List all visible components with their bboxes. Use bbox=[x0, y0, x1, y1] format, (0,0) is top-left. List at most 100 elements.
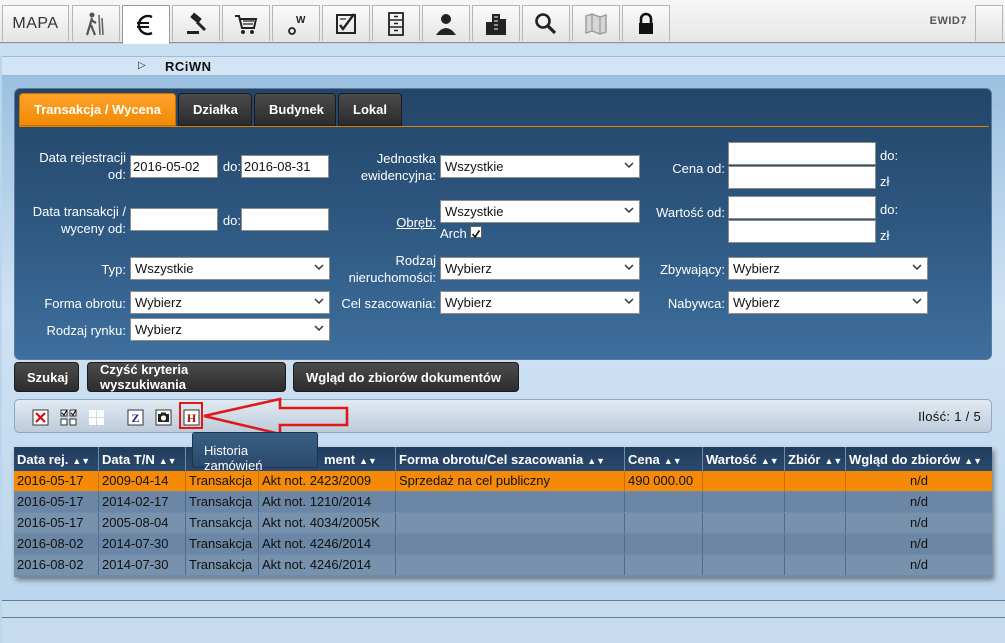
person-icon[interactable] bbox=[422, 5, 470, 41]
cell-cena bbox=[625, 555, 703, 575]
map-icon[interactable] bbox=[572, 5, 620, 41]
col-cena-label: Cena bbox=[628, 452, 660, 467]
mapa-label: MAPA bbox=[12, 14, 59, 32]
czysc-kryteria-button[interactable]: Czyść kryteria wyszukiwania bbox=[87, 362, 286, 392]
cell-data-rej: 2016-08-02 bbox=[14, 534, 99, 554]
table-row[interactable]: 2016-05-17 2005-08-04 Transakcja Akt not. 4… bbox=[14, 513, 992, 533]
col-wglad-label: Wgląd do zbiorów bbox=[849, 452, 961, 467]
arch-checkbox[interactable] bbox=[470, 226, 482, 239]
col-wglad[interactable]: Wgląd do zbiorów ▲▼ bbox=[846, 447, 992, 471]
tab-budynek[interactable]: Budynek bbox=[254, 93, 336, 126]
cell-typ: Transakcja bbox=[186, 534, 259, 554]
chevron-down-icon bbox=[624, 264, 634, 271]
forma-obrotu-value: Wybierz bbox=[135, 295, 182, 310]
szukaj-button[interactable]: Szukaj bbox=[14, 362, 79, 392]
zbywajacy-select[interactable]: Wybierz bbox=[728, 257, 928, 280]
user-label: EWID7 bbox=[929, 15, 967, 27]
euro-icon[interactable] bbox=[122, 5, 170, 44]
cell-wartosc bbox=[703, 555, 785, 575]
nabywca-select[interactable]: Wybierz bbox=[728, 291, 928, 314]
col-cena[interactable]: Cena ▲▼ bbox=[625, 447, 703, 471]
cell-forma-obrotu: Sprzedaż na cel publiczny bbox=[396, 471, 625, 491]
checklist-icon[interactable] bbox=[322, 5, 370, 41]
cena-from-input[interactable] bbox=[728, 142, 876, 165]
data-rej-to-input[interactable] bbox=[241, 155, 329, 178]
wartosc-zl-label: zł bbox=[880, 228, 890, 243]
chevron-down-icon bbox=[314, 298, 324, 305]
cell-zbior bbox=[785, 555, 846, 575]
chevron-down-icon bbox=[314, 325, 324, 332]
cell-data-tn: 2009-04-14 bbox=[99, 471, 186, 491]
chevron-down-icon bbox=[624, 162, 634, 169]
data-trans-from-input[interactable] bbox=[130, 208, 218, 231]
table-row[interactable]: 2016-05-17 2014-02-17 Transakcja Akt not. 1… bbox=[14, 492, 992, 512]
mapa-button[interactable]: MAPA bbox=[2, 5, 69, 41]
cell-forma-obrotu bbox=[396, 555, 625, 575]
wglad-dokumentow-button[interactable]: Wgląd do zbiorów dokumentów bbox=[293, 362, 519, 392]
typ-select[interactable]: Wszystkie bbox=[130, 257, 330, 280]
gavel-icon[interactable] bbox=[172, 5, 220, 41]
table-row[interactable]: 2016-05-17 2009-04-14 Transakcja Akt not. 2… bbox=[14, 471, 992, 491]
wartosc-to-input[interactable] bbox=[728, 220, 876, 243]
grid-icon[interactable] bbox=[88, 409, 105, 426]
cell-zbior bbox=[785, 534, 846, 554]
building-icon[interactable] bbox=[472, 5, 520, 41]
cel-value: Wybierz bbox=[445, 295, 492, 310]
delete-icon[interactable] bbox=[32, 409, 49, 426]
cell-wglad: n/d bbox=[909, 494, 929, 509]
select-all-icon[interactable] bbox=[60, 409, 77, 426]
search-icon[interactable] bbox=[522, 5, 570, 41]
scale-w-icon[interactable]: W bbox=[272, 5, 320, 41]
data-rej-from-input[interactable] bbox=[130, 155, 218, 178]
breadcrumb-arrow-icon[interactable]: ▷ bbox=[138, 60, 146, 71]
tab-dzialka[interactable]: Działka bbox=[178, 93, 252, 126]
data-rejestracji-label: Data rejestracji od: bbox=[39, 150, 126, 182]
wartosc-from-input[interactable] bbox=[728, 196, 876, 219]
tab-lokal[interactable]: Lokal bbox=[338, 93, 402, 126]
cell-wglad: n/d bbox=[909, 515, 929, 530]
cell-typ: Transakcja bbox=[186, 492, 259, 512]
user-menu-button[interactable] bbox=[975, 5, 1003, 41]
jednostka-value: Wszystkie bbox=[445, 159, 504, 174]
arch-label: Arch bbox=[440, 226, 467, 241]
zbywajacy-value: Wybierz bbox=[733, 261, 780, 276]
cell-data-tn: 2014-07-30 bbox=[99, 534, 186, 554]
cell-zbior bbox=[785, 513, 846, 533]
col-forma-obrotu[interactable]: Forma obrotu/Cel szacowania ▲▼ bbox=[396, 447, 625, 471]
forma-obrotu-label: Forma obrotu: bbox=[44, 296, 126, 311]
jednostka-select[interactable]: Wszystkie bbox=[440, 155, 640, 178]
obreb-value: Wszystkie bbox=[445, 204, 504, 219]
zbywajacy-label: Zbywający: bbox=[659, 262, 725, 277]
sort-icon: ▲▼ bbox=[72, 456, 91, 466]
lock-icon[interactable] bbox=[622, 5, 670, 41]
tab-transakcja[interactable]: Transakcja / Wycena bbox=[19, 93, 176, 126]
cena-to-input[interactable] bbox=[728, 166, 876, 189]
col-forma-obrotu-label: Forma obrotu/Cel szacowania bbox=[399, 452, 584, 467]
hiker-icon[interactable] bbox=[72, 5, 120, 41]
cabinet-icon[interactable] bbox=[372, 5, 420, 41]
obreb-link[interactable]: Obręb: bbox=[340, 214, 436, 231]
rodzaj-rynku-select[interactable]: Wybierz bbox=[130, 318, 330, 341]
rodzaj-nier-select[interactable]: Wybierz bbox=[440, 257, 640, 280]
col-data-tn-label: Data T/N bbox=[102, 452, 155, 467]
sort-icon: ▲▼ bbox=[824, 456, 843, 466]
cart-icon[interactable] bbox=[222, 5, 270, 41]
obreb-select[interactable]: Wszystkie bbox=[440, 200, 640, 223]
col-wartosc[interactable]: Wartość ▲▼ bbox=[703, 447, 785, 471]
data-trans-to-input[interactable] bbox=[241, 208, 329, 231]
cell-forma-obrotu bbox=[396, 534, 625, 554]
col-data-tn[interactable]: Data T/N ▲▼ bbox=[99, 447, 186, 471]
cell-cena bbox=[625, 534, 703, 554]
forma-obrotu-select[interactable]: Wybierz bbox=[130, 291, 330, 314]
cel-select[interactable]: Wybierz bbox=[440, 291, 640, 314]
zamowienie-icon[interactable]: Z bbox=[127, 409, 144, 426]
top-toolbar: MAPA W EWID7 bbox=[0, 0, 1005, 44]
table-row[interactable]: 2016-08-02 2014-07-30 Transakcja Akt not. 4… bbox=[14, 555, 992, 575]
table-row[interactable]: 2016-08-02 2014-07-30 Transakcja Akt not. 4… bbox=[14, 534, 992, 554]
cell-dokument: Akt not. 1210/2014 bbox=[259, 492, 396, 512]
col-data-rej[interactable]: Data rej. ▲▼ bbox=[14, 447, 99, 471]
col-zbior[interactable]: Zbiór ▲▼ bbox=[785, 447, 846, 471]
camera-icon[interactable] bbox=[155, 409, 172, 426]
cell-wglad: n/d bbox=[909, 557, 929, 572]
jednostka-label: Jednostka ewidencyjna: bbox=[360, 151, 436, 183]
